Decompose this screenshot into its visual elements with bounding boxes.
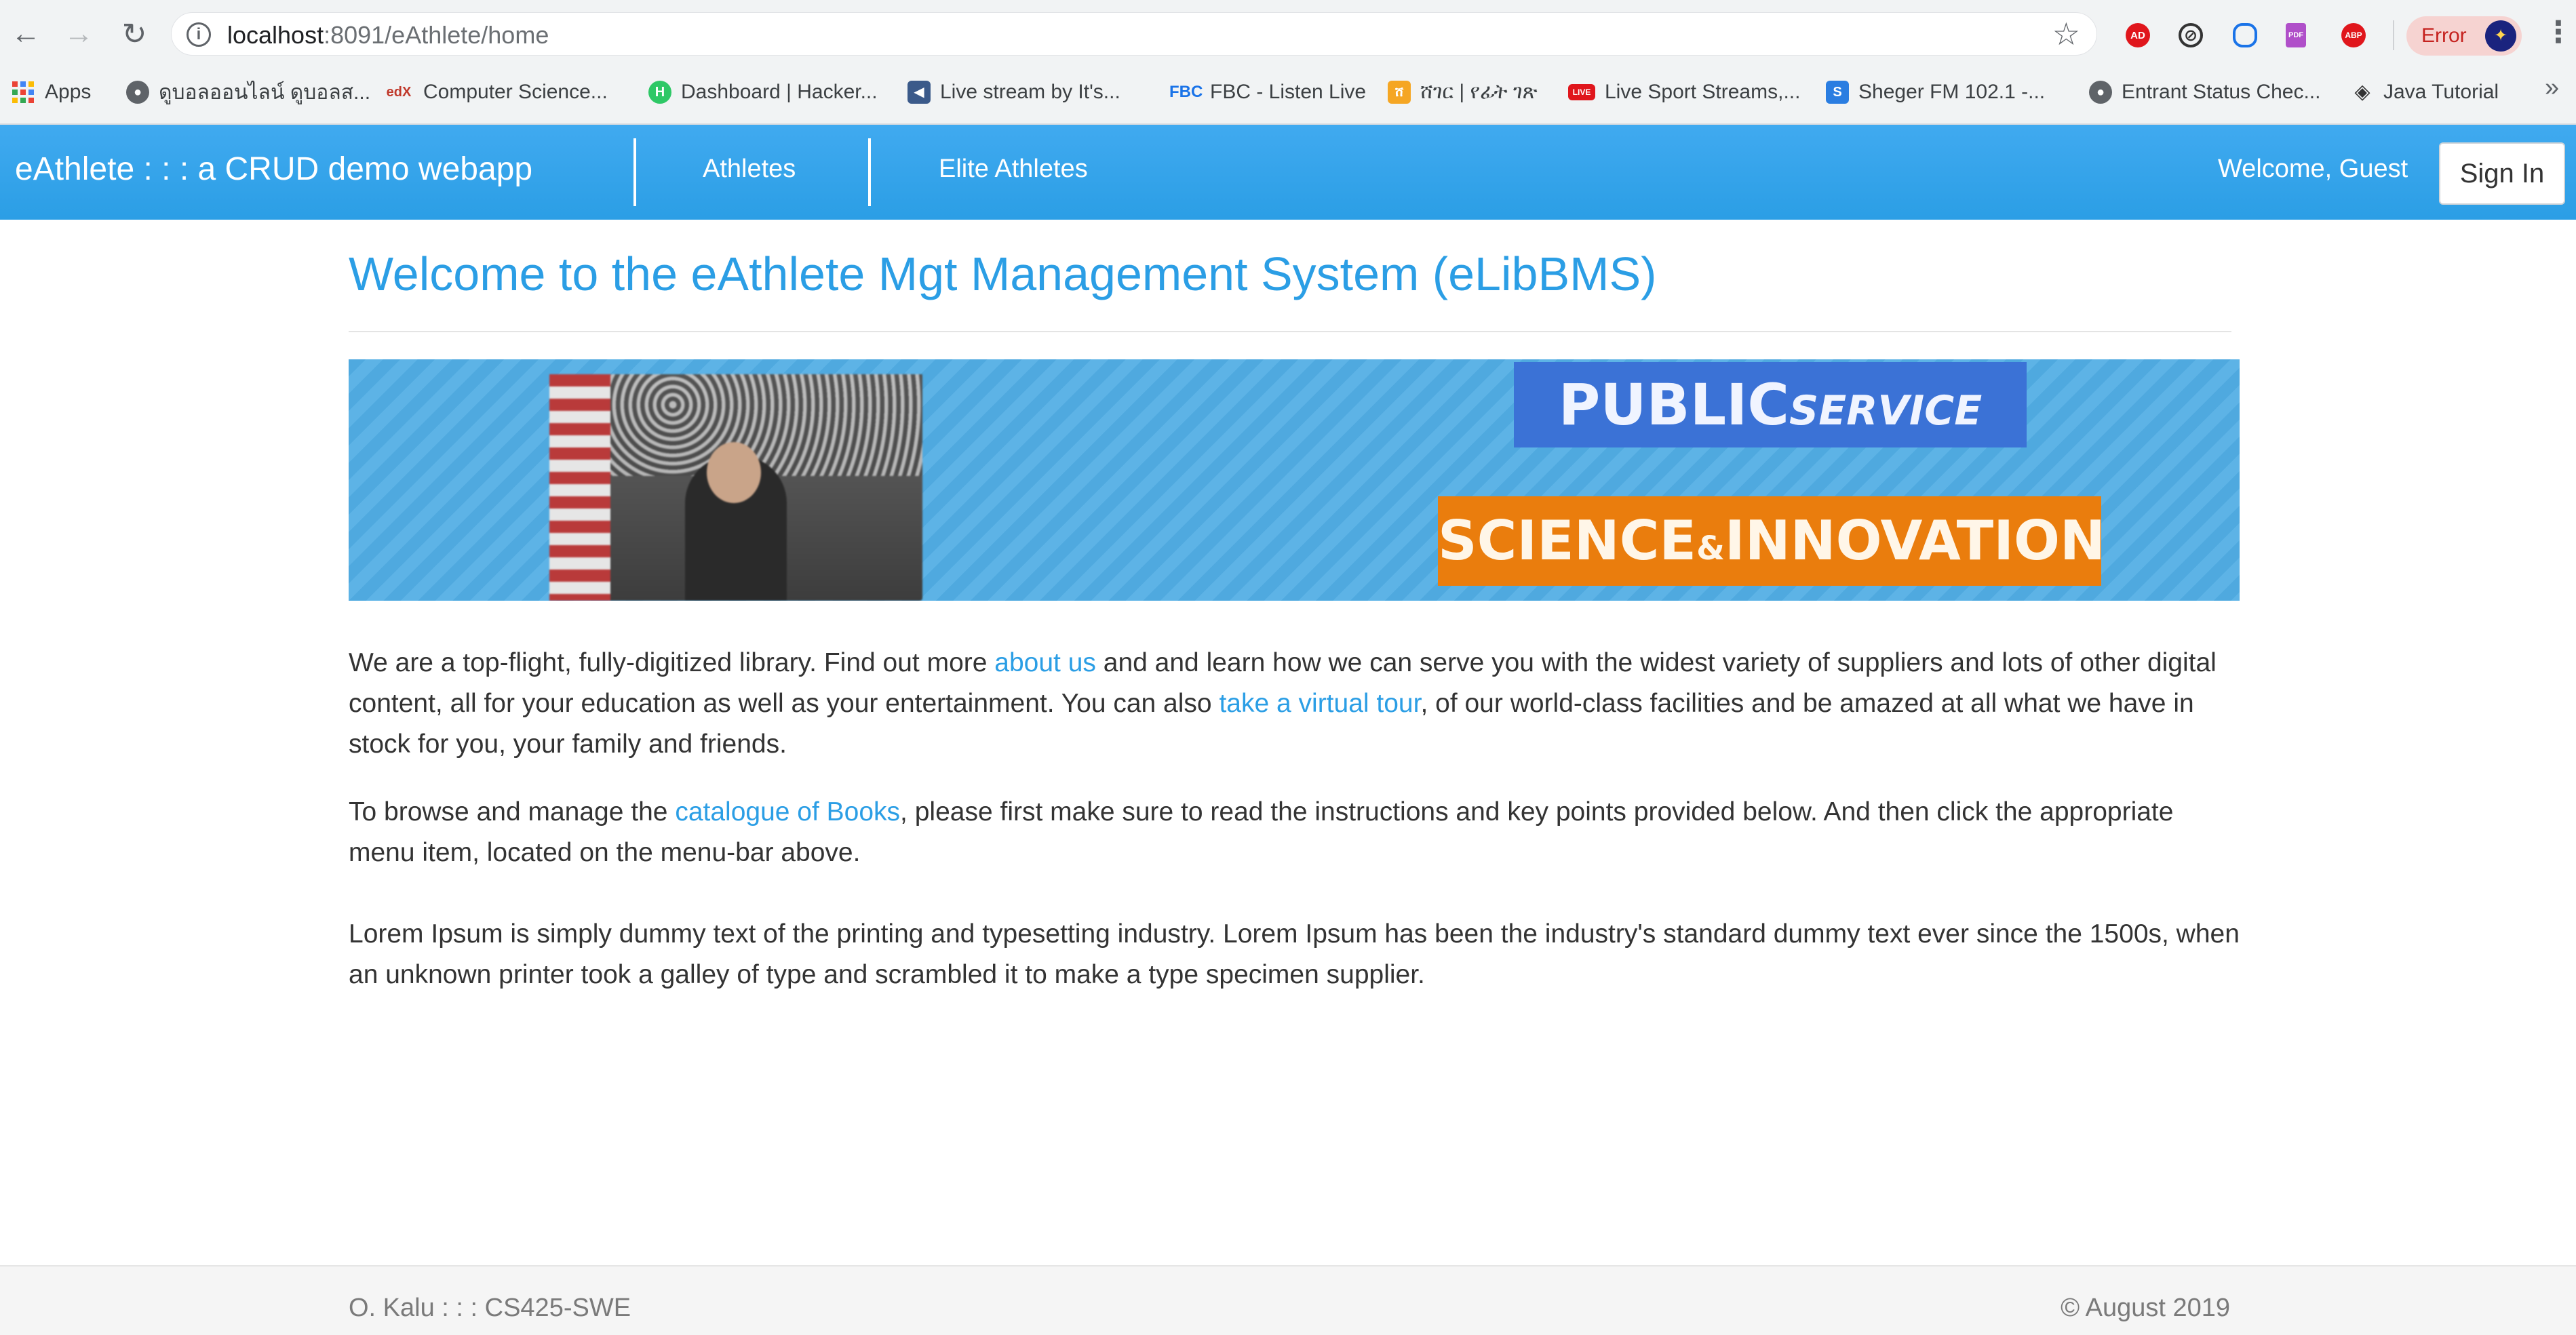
bookmark-item[interactable]: ◀ Live stream by It's... xyxy=(908,79,1120,106)
sheger-icon: ሸ xyxy=(1388,81,1411,104)
toolbar-divider xyxy=(2393,20,2394,50)
bookmarks-bar: Apps ● ดูบอลออนไลน์ ดูบอลส... edX Comput… xyxy=(0,73,2576,111)
bookmark-label: Entrant Status Chec... xyxy=(2122,81,2321,103)
bookmark-item[interactable]: ሸ ሸገር | የፊት ገጽ xyxy=(1388,79,1538,106)
intro-paragraph: We are a top-flight, fully-digitized lib… xyxy=(349,643,2241,765)
bookmark-label: Java Tutorial xyxy=(2383,81,2499,103)
nav-divider xyxy=(633,138,636,206)
bookmark-apps[interactable]: Apps xyxy=(12,79,91,106)
title-divider xyxy=(349,331,2231,332)
profile-error-button[interactable]: Error ✦ xyxy=(2406,16,2522,56)
error-label: Error xyxy=(2421,24,2467,47)
bookmark-item[interactable]: FBC FBC - Listen Live xyxy=(1169,79,1366,106)
back-arrow-icon[interactable]: ← xyxy=(8,16,43,52)
public-service-label: PUBLIC xyxy=(1558,372,1790,438)
nav-athletes-link[interactable]: Athletes xyxy=(703,155,796,184)
page-footer: O. Kalu : : : CS425-SWE © August 2019 xyxy=(0,1265,2576,1335)
live-icon: LIVE xyxy=(1568,84,1595,100)
bookmark-item[interactable]: S Sheger FM 102.1 -... xyxy=(1826,79,2045,106)
block-icon[interactable]: ⊘ xyxy=(2179,23,2203,47)
lorem-paragraph: Lorem Ipsum is simply dummy text of the … xyxy=(349,919,2240,989)
info-icon[interactable]: i xyxy=(187,22,211,47)
bookmark-star-icon[interactable]: ☆ xyxy=(2052,16,2080,52)
virtual-tour-link[interactable]: take a virtual tour xyxy=(1219,689,1420,718)
ampersand-label: & xyxy=(1696,530,1725,567)
bookmark-label: Sheger FM 102.1 -... xyxy=(1858,81,2046,103)
crowd-graphic xyxy=(610,374,922,476)
browser-chrome: ← → ↻ i localhost:8091/eAthlete/home ☆ A… xyxy=(0,0,2576,125)
hackerrank-icon: H xyxy=(648,81,671,104)
bookmark-item[interactable]: ● ดูบอลออนไลน์ ดูบอลส... xyxy=(126,79,370,106)
bookmark-item[interactable]: edX Computer Science... xyxy=(384,79,608,106)
globe-icon: ● xyxy=(2089,81,2112,104)
bookmark-label: Computer Science... xyxy=(423,81,608,103)
forward-arrow-icon[interactable]: → xyxy=(61,16,96,52)
science-label: SCIENCE xyxy=(1438,509,1697,572)
public-service-box: PUBLICSERVICE xyxy=(1514,362,2027,447)
footer-author: O. Kalu : : : CS425-SWE xyxy=(349,1294,631,1322)
reload-icon[interactable]: ↻ xyxy=(117,16,152,52)
fbc-icon: FBC xyxy=(1169,83,1203,101)
public-service-small-label: SERVICE xyxy=(1789,387,1983,435)
chat-extension-icon[interactable] xyxy=(2233,23,2257,47)
url-text[interactable]: localhost:8091/eAthlete/home xyxy=(227,21,549,49)
sign-in-button[interactable]: Sign In xyxy=(2439,142,2565,205)
about-us-link[interactable]: about us xyxy=(994,648,1096,677)
science-innovation-box: SCIENCE&INNOVATION xyxy=(1438,496,2105,586)
page-title: Welcome to the eAthlete Mgt Management S… xyxy=(349,247,1657,300)
welcome-text: Welcome, Guest xyxy=(2218,155,2408,183)
bookmark-item[interactable]: LIVE Live Sport Streams,... xyxy=(1568,79,1800,106)
adblock-ad-icon[interactable]: AD xyxy=(2126,23,2150,47)
bookmark-item[interactable]: ◈ Java Tutorial xyxy=(2351,79,2499,106)
intro-text-a: We are a top-flight, fully-digitized lib… xyxy=(349,648,995,677)
app-navbar: eAthlete : : : a CRUD demo webapp Athlet… xyxy=(0,125,2576,220)
innovation-label: INNOVATION xyxy=(1724,509,2105,572)
banner-photo xyxy=(549,374,922,601)
footer-copyright: © August 2019 xyxy=(2061,1294,2230,1322)
profile-avatar-icon: ✦ xyxy=(2485,20,2516,52)
bookmark-item[interactable]: H Dashboard | Hacker... xyxy=(648,79,878,106)
pdf-extension-icon[interactable]: PDF xyxy=(2286,23,2306,47)
nav-elite-athletes-link[interactable]: Elite Athletes xyxy=(939,155,1088,184)
nav-divider xyxy=(868,138,871,206)
bookmark-label: Live Sport Streams,... xyxy=(1605,81,1801,103)
bookmark-label: Live stream by It's... xyxy=(940,81,1120,103)
apps-grid-icon xyxy=(12,81,34,103)
speaker-face-graphic xyxy=(707,442,761,503)
bookmark-label: ดูบอลออนไลน์ ดูบอลส... xyxy=(159,81,371,104)
url-path: :8091/eAthlete/home xyxy=(324,21,549,49)
brand-link[interactable]: eAthlete : : : a CRUD demo webapp xyxy=(15,151,532,188)
catalogue-link[interactable]: catalogue of Books xyxy=(675,797,900,826)
bookmark-item[interactable]: ● Entrant Status Chec... xyxy=(2089,79,2320,106)
abp-icon[interactable]: ABP xyxy=(2341,23,2366,47)
edx-icon: edX xyxy=(386,85,412,100)
chrome-menu-icon[interactable]: ⋮ xyxy=(2543,15,2573,49)
browse-text-a: To browse and manage the xyxy=(349,797,676,826)
hero-banner: PUBLICSERVICE SCIENCE&INNOVATION xyxy=(349,359,2240,601)
globe-icon: ● xyxy=(126,81,149,104)
address-row: ← → ↻ i localhost:8091/eAthlete/home ☆ A… xyxy=(0,0,2576,65)
bookmark-label: Dashboard | Hacker... xyxy=(681,81,878,103)
bookmark-label: Apps xyxy=(45,81,92,103)
bookmark-label: FBC - Listen Live xyxy=(1210,81,1367,103)
url-host: localhost xyxy=(227,21,324,49)
more-bookmarks-icon[interactable]: » xyxy=(2545,73,2559,102)
flag-graphic xyxy=(549,374,610,601)
bookmark-label: ሸገር | የፊት ገጽ xyxy=(1420,81,1538,103)
java-icon: ◈ xyxy=(2354,81,2370,103)
s-icon: S xyxy=(1826,81,1849,104)
stream-icon: ◀ xyxy=(908,81,931,104)
address-bar[interactable]: i localhost:8091/eAthlete/home ☆ xyxy=(171,12,2097,56)
browse-paragraph: To browse and manage the catalogue of Bo… xyxy=(349,792,2241,873)
